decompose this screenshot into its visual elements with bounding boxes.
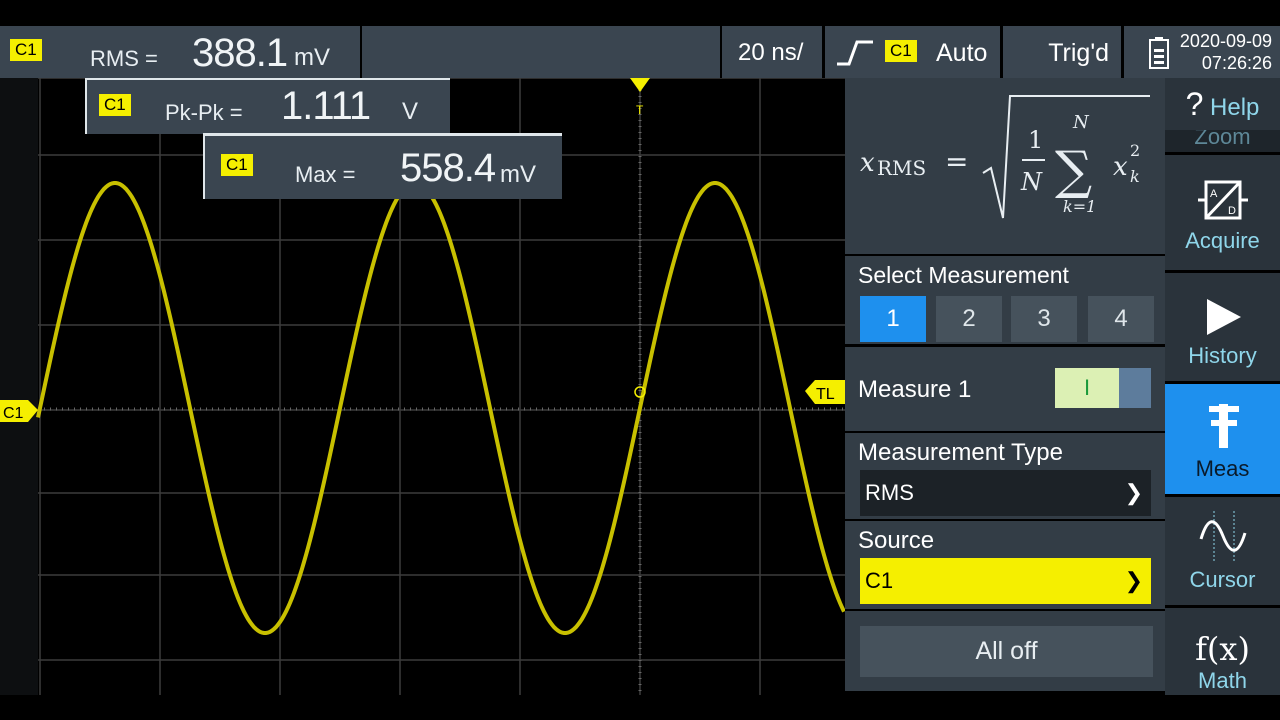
measure-1-label: Measure 1 — [858, 376, 972, 403]
svg-text:∑: ∑ — [1055, 141, 1092, 201]
chevron-down-icon: ❯ — [1124, 480, 1143, 505]
svg-text:1: 1 — [1028, 126, 1043, 154]
timebase[interactable]: 20 ns/ — [722, 26, 822, 78]
battery-icon — [1149, 37, 1169, 69]
time: 07:26:26 — [1201, 53, 1272, 73]
math-button[interactable]: f(x) Math — [1165, 608, 1280, 695]
trigger-level-label: TL — [816, 386, 835, 403]
svg-text:2: 2 — [1130, 141, 1140, 160]
caliper-icon — [1208, 404, 1239, 448]
trigger-position-label: T — [636, 103, 644, 117]
all-off-button[interactable]: All off — [860, 626, 1153, 677]
trigger-settings[interactable]: C1 Auto — [825, 26, 1000, 78]
trigger-status: Trig'd — [1003, 26, 1121, 78]
measure-toggle-section: Measure 1 I — [845, 347, 1165, 431]
max-label: Max = — [295, 162, 356, 187]
svg-text:k: k — [1130, 167, 1140, 186]
trigger-position-marker — [630, 78, 650, 92]
measurement-2-button[interactable]: 2 — [936, 296, 1002, 342]
function-icon: f(x) — [1195, 630, 1250, 668]
svg-text:N: N — [1020, 168, 1043, 196]
channel-badge: C1 — [10, 39, 42, 61]
measurement-type-value: RMS — [865, 480, 914, 505]
chevron-down-icon: ❯ — [1124, 568, 1143, 593]
meas-button[interactable]: Meas — [1165, 384, 1280, 494]
source-label: Source — [858, 527, 935, 554]
measurement-1-button[interactable]: 1 — [860, 296, 926, 342]
measurement-3-button[interactable]: 3 — [1011, 296, 1077, 342]
measurement-type-label: Measurement Type — [858, 439, 1063, 466]
svg-text:x: x — [1113, 152, 1128, 182]
channel-badge: C1 — [221, 154, 253, 176]
cursor-sine-icon — [1199, 511, 1246, 561]
svg-text:D: D — [1228, 205, 1236, 217]
pkpk-label: Pk-Pk = — [165, 100, 243, 125]
play-icon — [1206, 299, 1241, 335]
svg-text:RMS: RMS — [877, 156, 926, 180]
svg-text:k=1: k=1 — [1063, 197, 1096, 216]
history-label: History — [1188, 343, 1257, 368]
meas-label: Meas — [1195, 456, 1250, 481]
cursor-label: Cursor — [1189, 567, 1256, 592]
cursor-button[interactable]: Cursor — [1165, 497, 1280, 605]
rms-unit: mV — [294, 44, 330, 71]
pkpk-measurement-overlay[interactable]: C1 Pk-Pk = 1.111 V — [85, 78, 450, 134]
rms-formula: x RMS = 1N ∑Nk=1 x2k — [860, 95, 1150, 219]
acquire-button[interactable]: AD Acquire — [1165, 155, 1280, 270]
source-dropdown[interactable]: C1 ❯ — [860, 558, 1151, 604]
date: 2020-09-09 — [1179, 31, 1272, 51]
toggle-on-indicator: I — [1055, 368, 1119, 408]
svg-text:A: A — [1210, 188, 1218, 200]
help-icon: ? — [1185, 86, 1204, 122]
measurement-type-section: Measurement Type RMS ❯ — [845, 433, 1165, 519]
trigger-channel-badge: C1 — [885, 40, 917, 62]
zoom-button[interactable]: Zoom — [1165, 130, 1280, 152]
measurement-4-button[interactable]: 4 — [1088, 296, 1154, 342]
all-off-section: All off — [845, 611, 1165, 691]
help-button[interactable]: ? Help — [1165, 78, 1280, 130]
acquire-label: Acquire — [1185, 228, 1260, 253]
trigger-mode: Auto — [936, 39, 988, 67]
select-measurement-section: Select Measurement 1 2 3 4 — [845, 256, 1165, 344]
select-measurement-label: Select Measurement — [858, 262, 1069, 288]
pkpk-unit: V — [402, 98, 419, 125]
help-label: Help — [1210, 94, 1260, 121]
channel-badge: C1 — [99, 94, 131, 116]
left-margin — [0, 78, 38, 695]
svg-text:x: x — [860, 148, 875, 178]
measurement-type-dropdown[interactable]: RMS ❯ — [860, 470, 1151, 516]
rising-edge-icon — [837, 40, 873, 66]
channel-1-marker-label: C1 — [3, 405, 24, 422]
history-button[interactable]: History — [1165, 273, 1280, 381]
max-unit: mV — [500, 161, 536, 188]
source-value: C1 — [865, 568, 894, 593]
rms-measurement-display[interactable]: C1 RMS = 388.1 mV — [0, 26, 360, 78]
rms-value: 388.1 — [192, 31, 288, 75]
svg-text:N: N — [1072, 112, 1090, 133]
max-measurement-overlay[interactable]: C1 Max = 558.4 mV — [203, 133, 562, 199]
source-section: Source C1 ❯ — [845, 521, 1165, 609]
svg-text:=: = — [945, 145, 968, 178]
pkpk-value: 1.111 — [281, 84, 371, 128]
math-label: Math — [1198, 668, 1247, 693]
ad-converter-icon: AD — [1197, 180, 1248, 220]
measure-1-toggle[interactable]: I — [1055, 368, 1151, 408]
max-value: 558.4 — [400, 146, 496, 190]
measurement-slot[interactable] — [362, 26, 720, 78]
formula-panel: x RMS = 1N ∑ Nk=1 x2k — [845, 78, 1165, 254]
rms-label: RMS = — [90, 46, 158, 71]
status-area: 2020-09-09 07:26:26 — [1124, 26, 1280, 78]
